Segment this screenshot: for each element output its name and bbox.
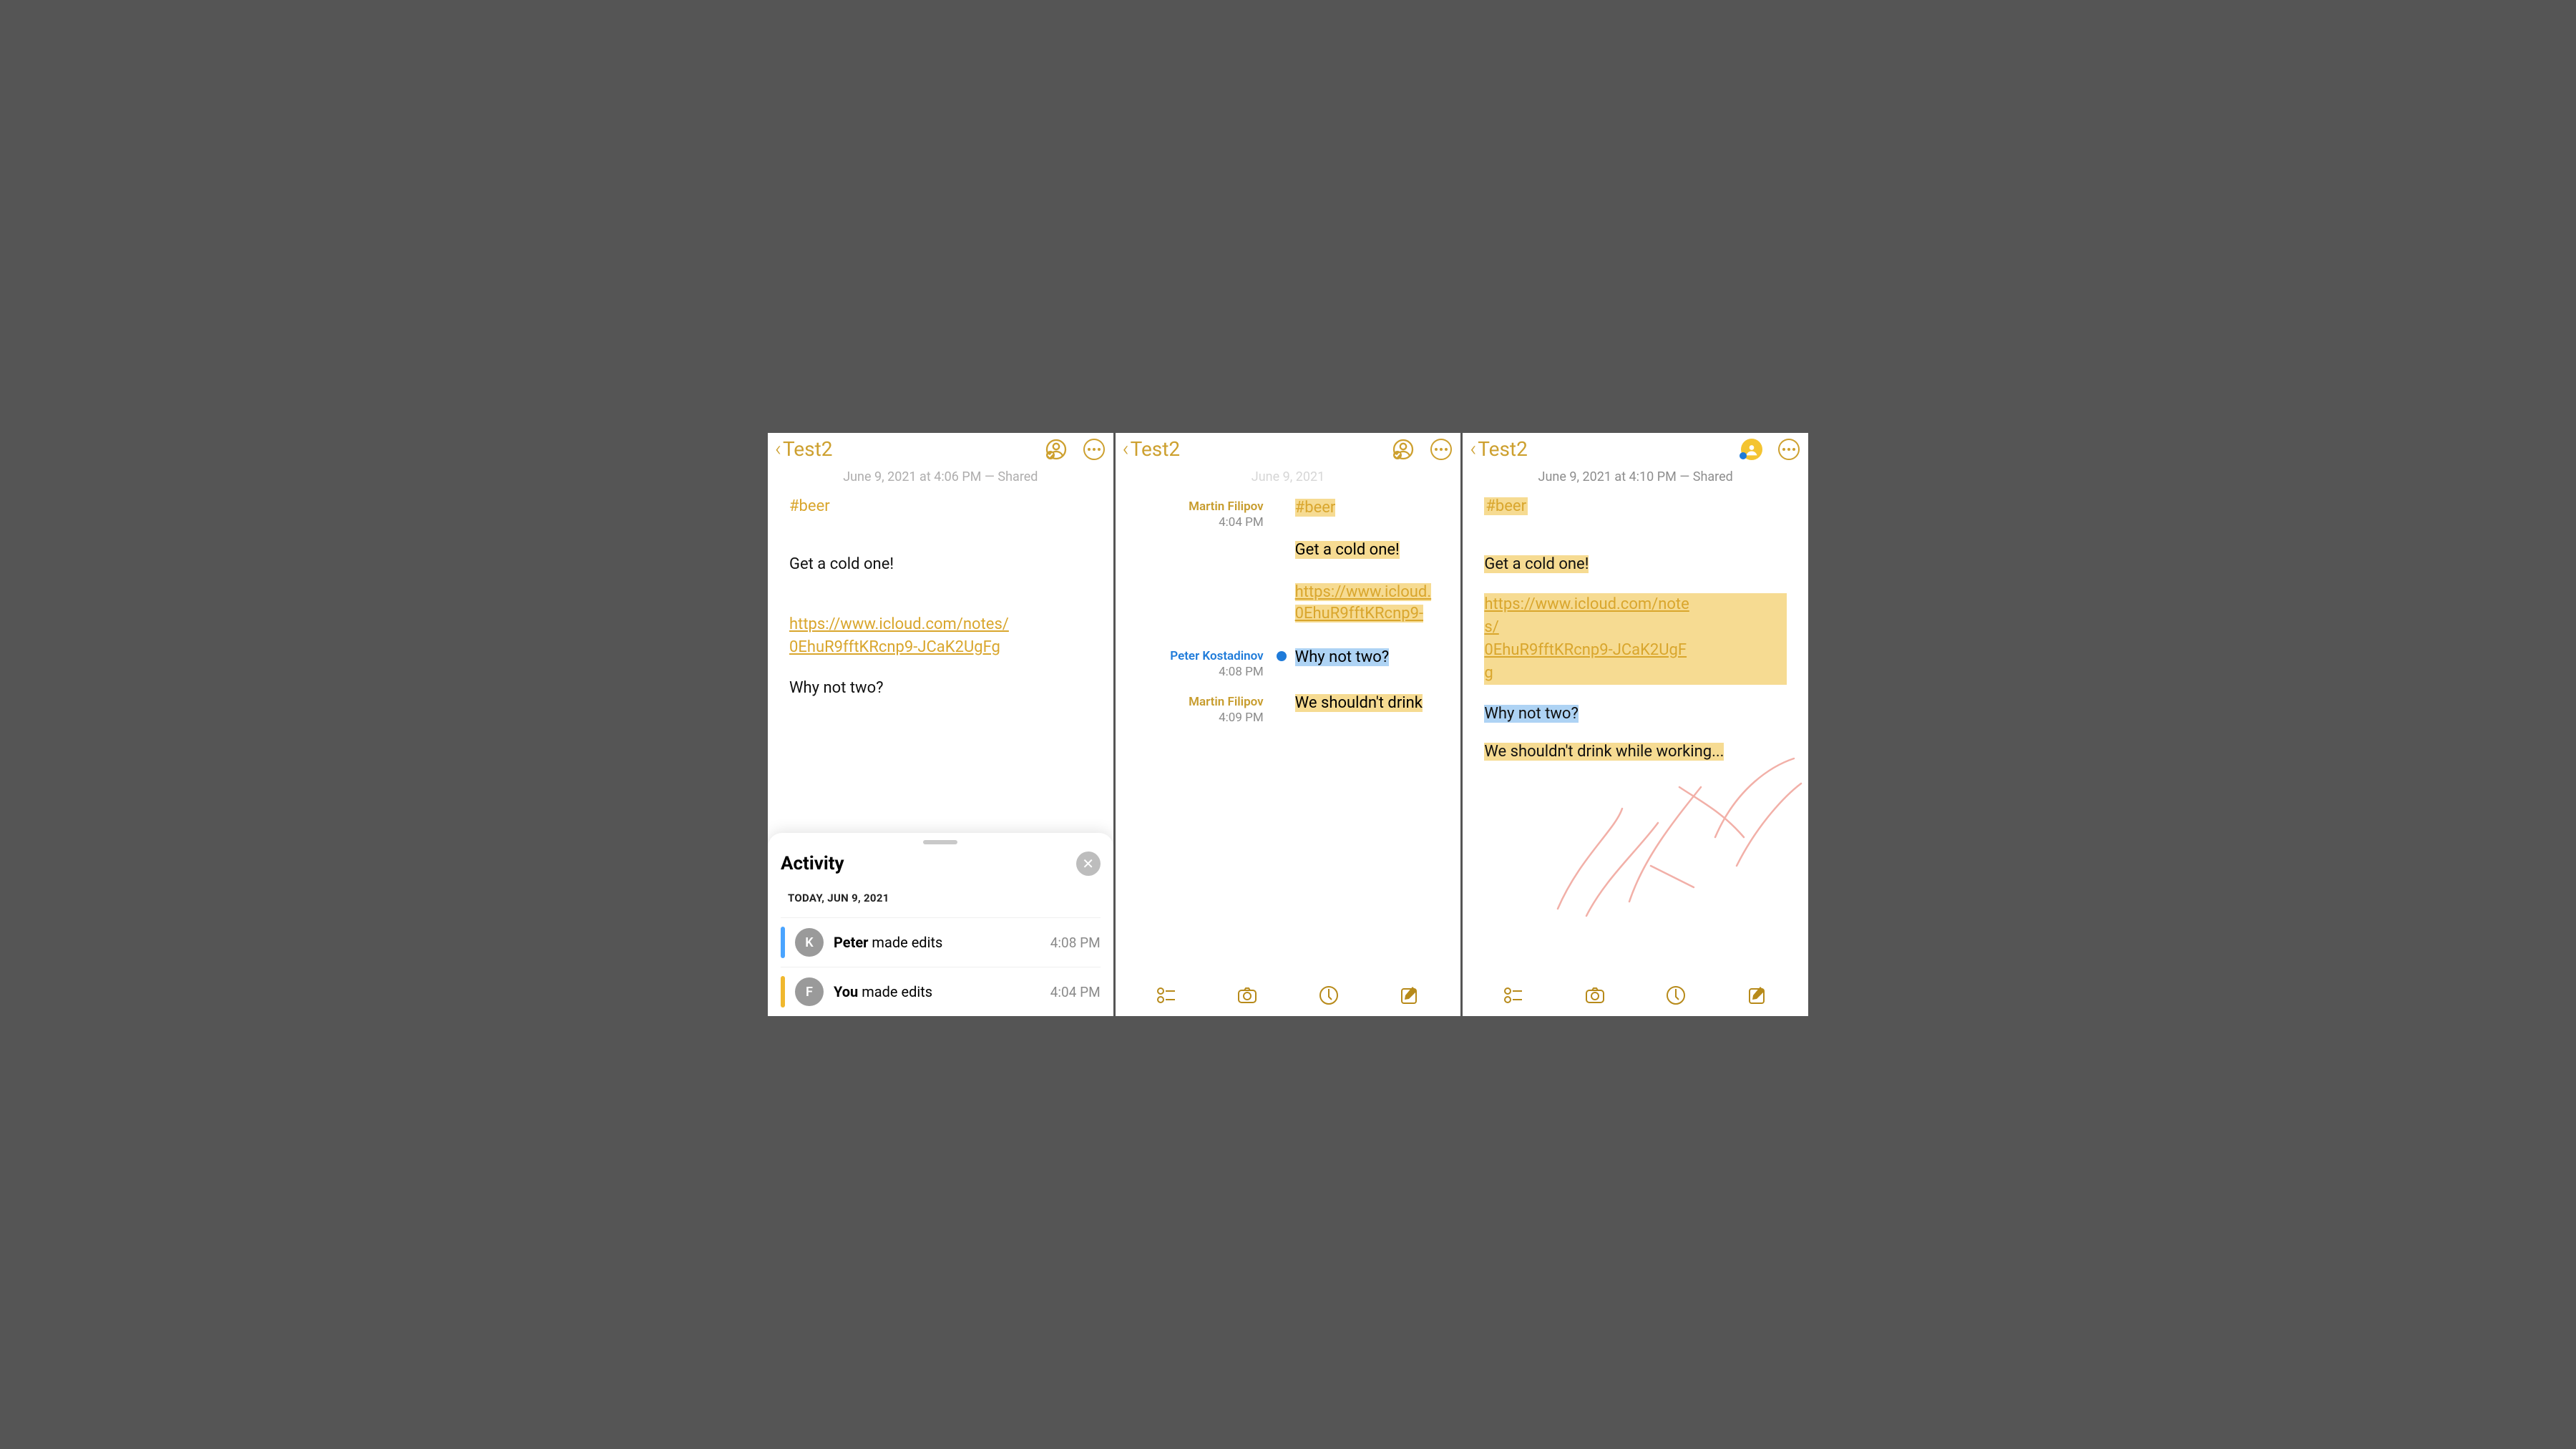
chevron-left-icon: ‹ [1123, 439, 1129, 460]
activity-row[interactable]: K Peter made edits 4:08 PM [781, 917, 1101, 967]
activity-row[interactable]: F You made edits 4:04 PM [781, 967, 1101, 1016]
ellipsis-circle-icon [1083, 439, 1105, 460]
screen-1: ‹ Test2 June 9, 2021 at 4:06 PM — Shared… [768, 433, 1113, 1016]
note-body[interactable]: #beer Get a cold one! https://www.icloud… [1463, 492, 1808, 977]
sheet-title: Activity [781, 853, 844, 874]
collaboration-icon[interactable] [1045, 438, 1068, 461]
activity-text: You made edits [834, 983, 1040, 1000]
activity-text: Peter made edits [834, 934, 1040, 951]
activity-time: 4:04 PM [1050, 984, 1101, 1000]
more-button[interactable] [1083, 439, 1105, 460]
activity-bar [781, 927, 785, 958]
nav-bar: ‹ Test2 [768, 433, 1113, 464]
back-title: Test2 [1131, 437, 1181, 461]
ellipsis-circle-icon [1430, 439, 1452, 460]
note-link[interactable]: https://www.icloud.com/notes/0EhuR9fftKR… [789, 615, 1009, 656]
author-label: Martin Filipov 4:09 PM [1116, 693, 1277, 726]
screen-2: ‹ Test2 June 9, 2021 Martin Filipov 4:04… [1116, 433, 1461, 1016]
note-text: Why not two? [1484, 705, 1579, 723]
compose-icon[interactable] [1399, 985, 1420, 1009]
presence-dot [1277, 651, 1287, 661]
note-text: Get a cold one! [1484, 555, 1589, 573]
avatar: F [795, 977, 824, 1006]
person-circle-icon [1741, 439, 1762, 460]
note-meta: June 9, 2021 [1116, 464, 1461, 492]
note-text: Why not two? [1295, 648, 1390, 666]
checklist-icon[interactable] [1503, 985, 1524, 1009]
close-button[interactable]: ✕ [1076, 852, 1101, 876]
note-text: Why not two? [789, 679, 884, 697]
author-label: Peter Kostadinov 4:08 PM [1116, 647, 1277, 680]
avatar: K [795, 928, 824, 957]
checklist-icon[interactable] [1156, 985, 1177, 1009]
activity-date: TODAY, JUN 9, 2021 [788, 892, 1101, 904]
activity-sheet: Activity ✕ TODAY, JUN 9, 2021 K Peter ma… [768, 833, 1113, 1016]
hashtag[interactable]: #beer [1295, 499, 1336, 517]
hashtag[interactable]: #beer [789, 497, 830, 515]
note-text: We shouldn't drink [1295, 694, 1423, 712]
screen-3: ‹ Test2 June 9, 2021 at 4:10 PM — Shared… [1463, 433, 1808, 1016]
hashtag[interactable]: #beer [1484, 497, 1528, 515]
markup-icon[interactable] [1318, 985, 1340, 1009]
back-title: Test2 [1478, 437, 1528, 461]
note-link[interactable]: https://www.icloud.com/notes/0EhuR9fftKR… [1484, 595, 1689, 682]
chevron-left-icon: ‹ [1470, 439, 1476, 460]
note-text: Get a cold one! [1295, 541, 1400, 559]
back-button[interactable]: ‹ Test2 [1470, 437, 1528, 461]
close-icon: ✕ [1082, 855, 1094, 872]
activity-bar [781, 976, 785, 1008]
note-link[interactable]: 0EhuR9fftKRcnp9- [1295, 605, 1423, 623]
ellipsis-circle-icon [1778, 439, 1800, 460]
collaboration-avatar[interactable] [1741, 439, 1762, 460]
note-text: Get a cold one! [789, 555, 894, 573]
collaboration-icon[interactable] [1392, 438, 1415, 461]
note-link[interactable]: https://www.icloud. [1295, 583, 1431, 601]
more-button[interactable] [1778, 439, 1800, 460]
more-button[interactable] [1430, 439, 1452, 460]
toolbar [1116, 977, 1461, 1016]
back-title: Test2 [783, 437, 833, 461]
camera-icon[interactable] [1584, 985, 1606, 1009]
back-button[interactable]: ‹ Test2 [775, 437, 833, 461]
note-meta: June 9, 2021 at 4:06 PM — Shared [768, 464, 1113, 492]
chevron-left-icon: ‹ [775, 439, 781, 460]
toolbar [1463, 977, 1808, 1016]
activity-time: 4:08 PM [1050, 935, 1101, 951]
note-text: We shouldn't drink while working... [1484, 743, 1724, 761]
nav-bar: ‹ Test2 [1116, 433, 1461, 464]
author-label: Martin Filipov 4:04 PM [1116, 497, 1277, 530]
nav-bar: ‹ Test2 [1463, 433, 1808, 464]
markup-icon[interactable] [1665, 985, 1687, 1009]
compose-icon[interactable] [1747, 985, 1768, 1009]
camera-icon[interactable] [1236, 985, 1258, 1009]
note-body-attributed[interactable]: Martin Filipov 4:04 PM #beer Get a cold … [1116, 492, 1461, 732]
note-meta: June 9, 2021 at 4:10 PM — Shared [1463, 464, 1808, 492]
back-button[interactable]: ‹ Test2 [1123, 437, 1181, 461]
grabber[interactable] [923, 840, 957, 844]
